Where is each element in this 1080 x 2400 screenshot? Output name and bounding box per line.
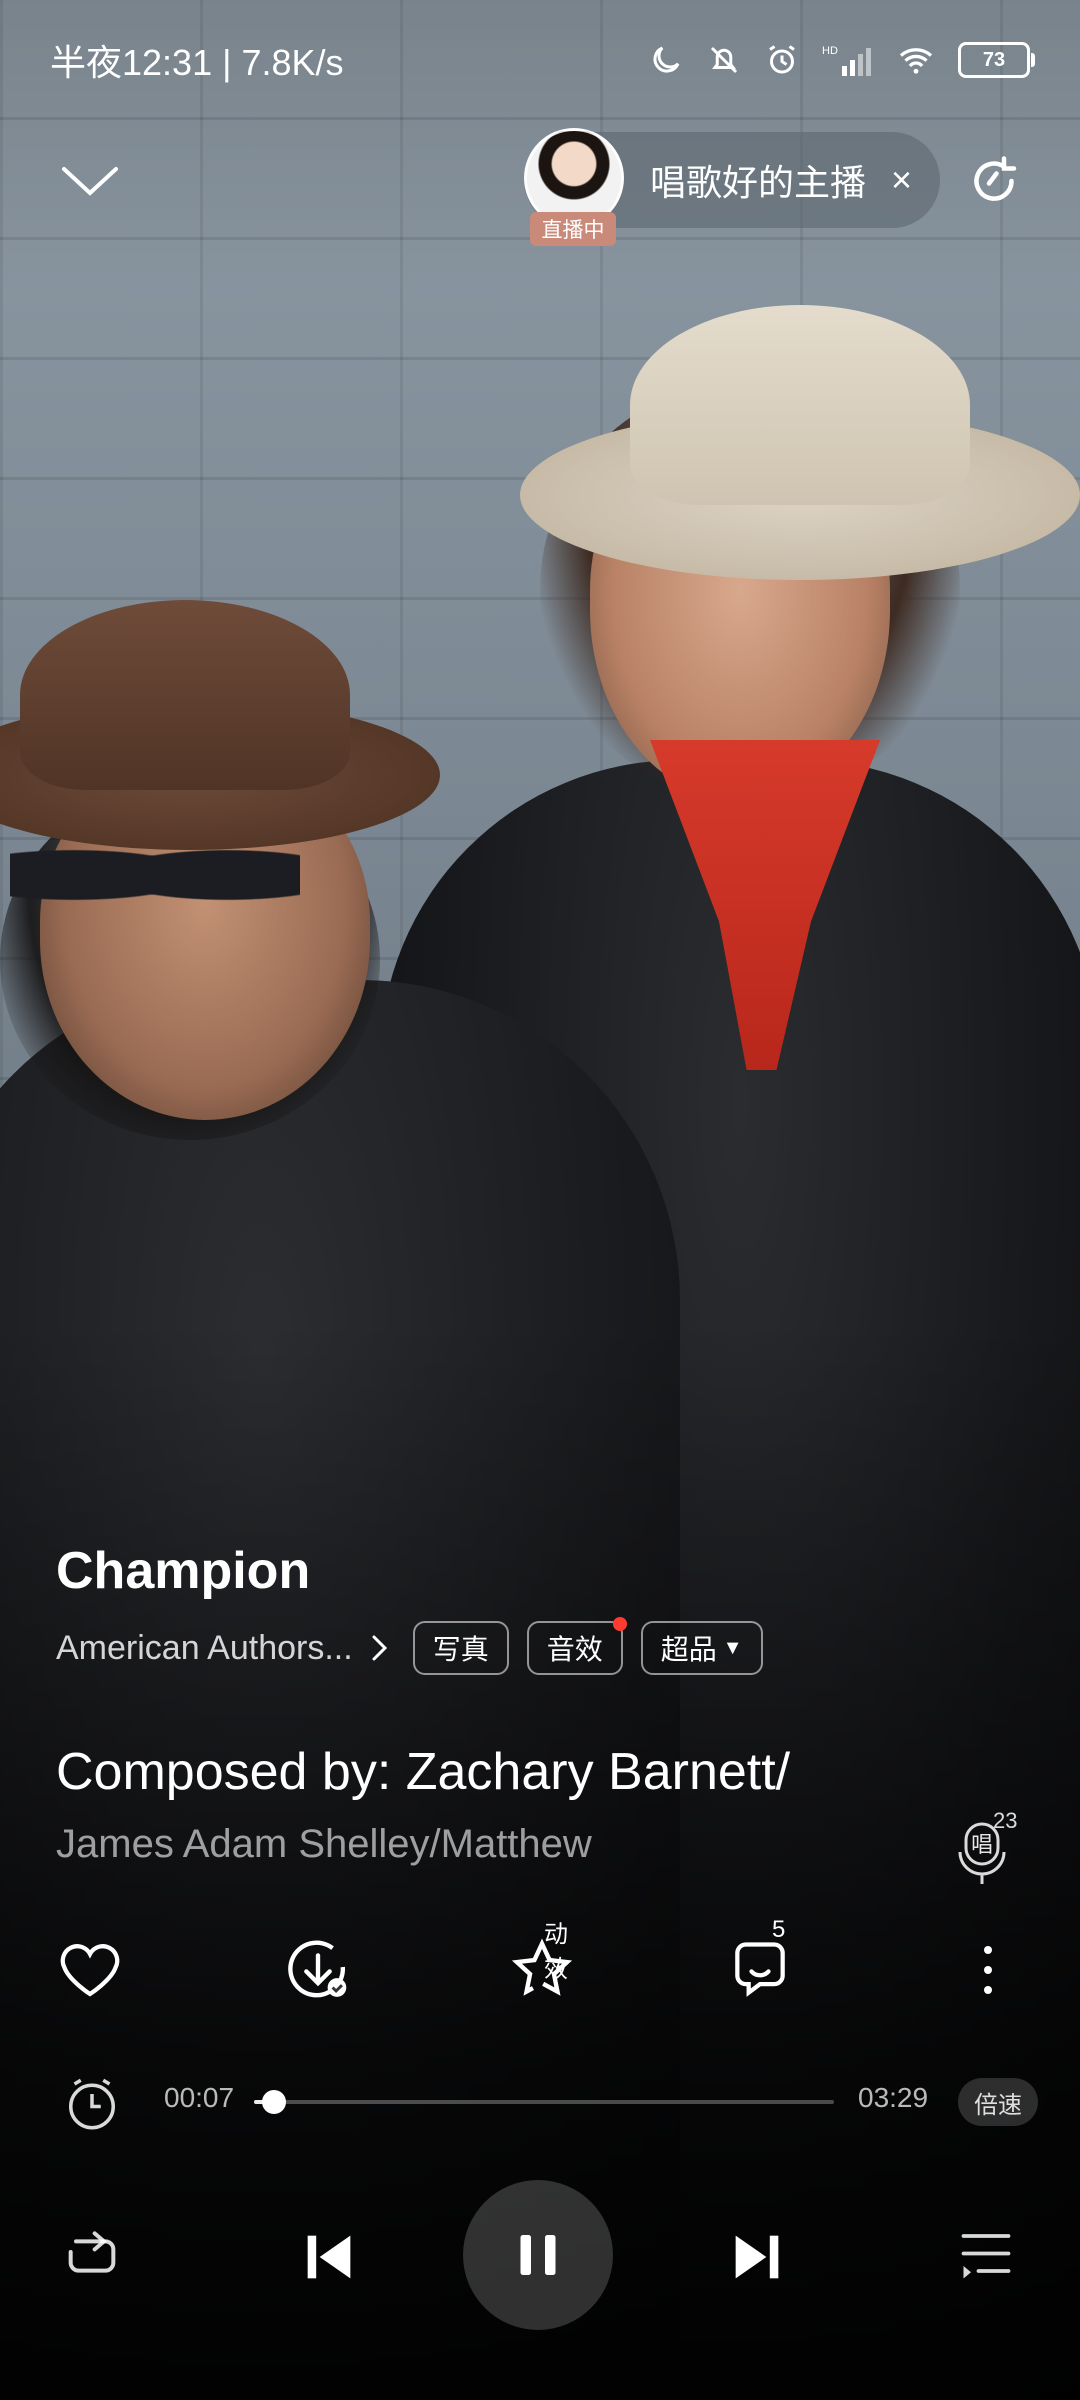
pause-button[interactable] [463,2180,613,2330]
timer-icon [69,2078,115,2130]
next-icon [735,2235,779,2279]
moon-icon [648,42,684,78]
chevron-right-icon[interactable] [365,1633,395,1663]
status-time: 半夜12:31 [50,42,213,83]
mute-bell-icon [706,42,742,78]
status-bar: 半夜12:31 | 7.8K/s HD 73 [0,0,1080,120]
repeat-mode-button[interactable] [56,2220,128,2292]
tag-quality-label: 超品 [660,1634,717,1665]
status-right: HD 73 [648,42,1035,78]
status-separator: | [222,42,232,83]
song-title: Champion [56,1542,311,1600]
actions-row: 动效 5 [0,1916,1080,2014]
comment-icon [735,1942,785,1997]
download-button[interactable] [278,1930,358,2010]
pause-icon [520,2235,556,2275]
comments-count: 5 [772,1916,786,1943]
seek-bar-thumb[interactable] [262,2090,287,2114]
collapse-chevron-icon [62,167,118,196]
player-top-bar: 直播中 唱歌好的主播 × [0,120,1080,246]
status-net-speed: 7.8K/s [241,42,344,83]
notification-dot [612,1617,627,1631]
refresh-icon [974,156,1017,201]
live-close-button[interactable]: × [891,132,912,228]
sleep-timer-button[interactable] [62,2074,122,2134]
tag-quality-dropdown[interactable]: 超品 ▼ [640,1621,763,1675]
progress-row: 00:07 03:29 倍速 [0,2070,1080,2134]
download-icon [288,1940,347,1998]
like-button[interactable] [50,1930,130,2010]
collapse-button[interactable] [54,145,126,217]
previous-icon [307,2235,351,2279]
repeat-icon [68,2231,116,2273]
tag-photos[interactable]: 写真 [412,1621,509,1675]
album-background-photo [0,0,1080,2400]
next-track-button[interactable] [712,2212,802,2302]
current-time: 00:07 [164,2082,235,2113]
sing-label: 唱 [971,1833,993,1858]
bottom-gradient [0,0,1080,2400]
alarm-icon [764,42,800,78]
battery-indicator: 73 [958,42,1035,78]
more-button[interactable] [948,1930,1028,2010]
caret-down-icon: ▼ [722,1636,743,1659]
previous-track-button[interactable] [284,2212,374,2302]
sing-count: 23 [993,1808,1018,1833]
tag-sound-effects-label: 音效 [546,1634,603,1665]
comments-button[interactable]: 5 [720,1916,800,2010]
refresh-button[interactable] [958,145,1030,217]
signal-icon: HD [822,42,874,78]
lyric-next-line[interactable]: James Adam Shelley/Matthew [56,1822,592,1867]
live-stream-banner[interactable]: 直播中 唱歌好的主播 × [524,128,940,246]
streamer-name[interactable]: 唱歌好的主播 [650,132,866,228]
song-info: Champion American Authors... 写真 音效 超品 ▼ [56,1535,1036,1675]
seek-bar[interactable] [254,2090,834,2114]
playback-speed-button[interactable]: 倍速 [958,2078,1038,2126]
effects-button[interactable]: 动效 [502,1921,582,2010]
playlist-icon [961,2234,1011,2279]
tag-sound-effects[interactable]: 音效 [526,1617,627,1675]
status-left: 半夜12:31 | 7.8K/s [50,34,344,86]
song-meta-row: American Authors... 写真 音效 超品 ▼ [56,1617,1036,1675]
total-time: 03:29 [858,2082,929,2113]
signal-hd-label: HD [822,45,838,57]
tag-photos-label: 写真 [432,1634,489,1665]
artist-name[interactable]: American Authors... [56,1629,353,1668]
lyric-current-line[interactable]: Composed by: Zachary Barnett/ [56,1742,790,1802]
heart-icon [60,1944,120,1997]
effects-label: 动效 [544,1921,568,1983]
wifi-icon [896,42,936,78]
live-badge: 直播中 [530,212,616,246]
playlist-button[interactable] [950,2220,1022,2292]
playback-controls [0,2180,1080,2330]
more-icon [984,1946,992,1994]
